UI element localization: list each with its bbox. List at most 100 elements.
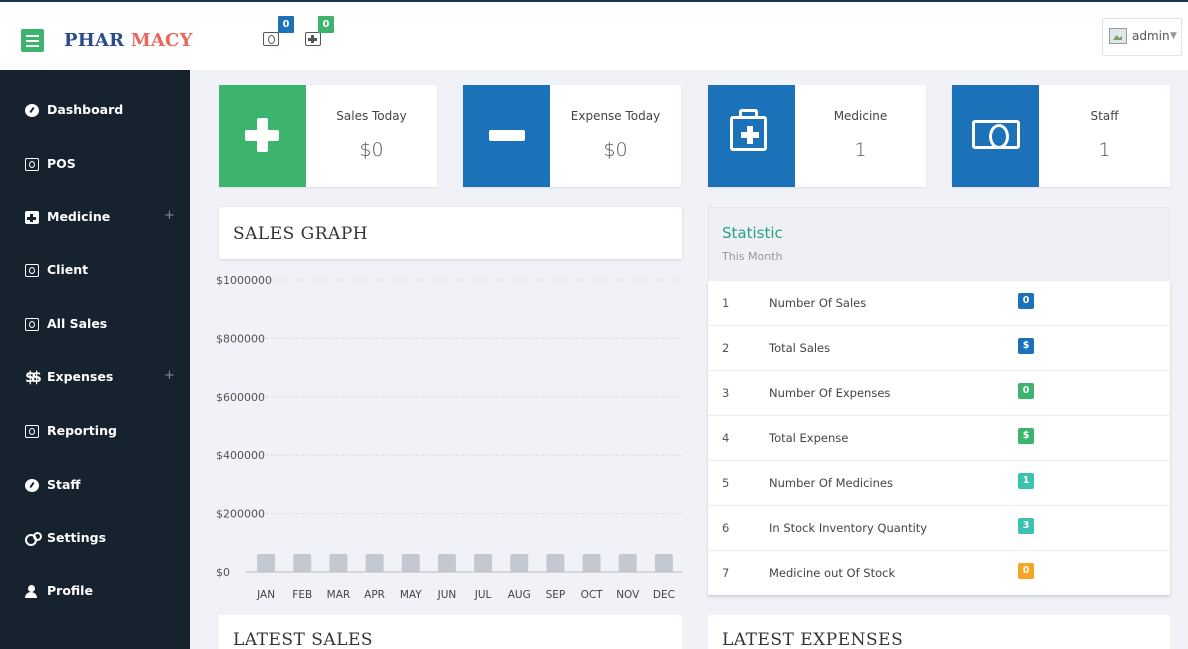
cogs-icon: [25, 532, 42, 546]
sales-today-card[interactable]: Sales Today $0: [219, 85, 437, 187]
chart-y-tick-label: $1000000: [216, 274, 272, 287]
menu-toggle-button[interactable]: [21, 29, 44, 52]
user-menu-button[interactable]: admin ▼: [1102, 18, 1182, 56]
card-value: $0: [603, 139, 628, 161]
sidebar-item-reporting[interactable]: Reporting: [0, 412, 190, 452]
stat-badge[interactable]: $: [1018, 338, 1034, 354]
chart-y-tick-label: $800000: [216, 332, 265, 345]
chart-x-tick-label: JUL: [474, 589, 492, 601]
stat-badge[interactable]: 0: [1018, 383, 1034, 399]
chart-bar: [365, 554, 384, 572]
chart-x-tick-label: JAN: [256, 589, 275, 601]
card-label: Expense Today: [570, 109, 661, 123]
stat-row-in-stock-quantity: 6 In Stock Inventory Quantity 3: [708, 506, 1170, 551]
sidebar-item-settings[interactable]: Settings: [0, 519, 190, 559]
stat-badge[interactable]: 3: [1018, 518, 1034, 534]
statistic-header: Statistic This Month: [708, 207, 1170, 281]
medkit-body: [730, 116, 767, 151]
chart-bar: [293, 554, 312, 572]
stat-index: 2: [722, 341, 730, 355]
chart-bar: [510, 554, 529, 572]
dashboard-icon: [25, 104, 39, 117]
stat-row-number-of-expenses: 3 Number Of Expenses 0: [708, 371, 1170, 416]
chart-x-tick-label: FEB: [292, 589, 312, 601]
chart-x-tick-label: OCT: [581, 589, 604, 601]
statistic-subtitle: This Month: [722, 250, 783, 263]
sidebar-item-label: Reporting: [47, 423, 117, 438]
stat-name: Total Sales: [769, 341, 831, 355]
stat-badge[interactable]: 1: [1018, 473, 1034, 489]
chart-x-tick-label: NOV: [616, 589, 640, 601]
chart-x-tick-label: MAY: [400, 589, 422, 601]
chart-x-tick-label: JUN: [437, 589, 457, 601]
chart-bar: [329, 554, 348, 572]
chart-x-tick-label: SEP: [546, 589, 566, 601]
sidebar-item-profile[interactable]: Profile: [0, 572, 190, 612]
caret-down-icon: ▼: [1170, 31, 1177, 41]
stat-name: Number Of Sales: [769, 296, 867, 310]
chart-bar: [257, 554, 276, 572]
sidebar-item-staff[interactable]: Staff: [0, 466, 190, 506]
statistic-list: 1 Number Of Sales 0 2 Total Sales $ 3 Nu…: [708, 281, 1170, 595]
avatar: [1109, 28, 1127, 44]
medicine-notification-icon[interactable]: [305, 32, 321, 46]
sidebar-item-client[interactable]: Client: [0, 251, 190, 291]
chart-x-tick-label: MAR: [327, 589, 351, 601]
chart-y-tick-label: $400000: [216, 449, 265, 462]
money-icon: [952, 85, 1039, 187]
stat-row-number-of-sales: 1 Number Of Sales 0: [708, 281, 1170, 326]
menu-line: [26, 45, 39, 47]
medicine-card[interactable]: Medicine 1: [708, 85, 926, 187]
sidebar-item-label: Medicine: [47, 209, 111, 224]
stat-name: Medicine out Of Stock: [769, 566, 896, 580]
chart-y-tick-label: $600000: [216, 391, 265, 404]
sidebar-item-label: Client: [47, 262, 89, 277]
latest-expenses-title: LATEST EXPENSES: [722, 630, 904, 649]
brand-part1: PHAR: [64, 30, 125, 51]
expand-icon[interactable]: +: [164, 368, 175, 383]
latest-sales-panel: LATEST SALES: [219, 615, 682, 649]
expand-icon[interactable]: +: [164, 208, 175, 223]
menu-line: [26, 35, 39, 37]
stat-badge[interactable]: 0: [1018, 293, 1034, 309]
sales-notification-icon[interactable]: [263, 32, 279, 46]
stat-badge[interactable]: 0: [1018, 563, 1034, 579]
card-value: 1: [1098, 139, 1111, 161]
stat-index: 5: [722, 476, 730, 490]
stat-name: In Stock Inventory Quantity: [769, 521, 928, 535]
stat-row-number-of-medicines: 5 Number Of Medicines 1: [708, 461, 1170, 506]
stat-name: Total Expense: [769, 431, 849, 445]
expense-today-card[interactable]: Expense Today $0: [463, 85, 681, 187]
sidebar-item-label: Expenses: [47, 369, 114, 384]
chart-bar: [474, 554, 493, 572]
sales-notification-badge: 0: [278, 16, 294, 33]
stat-badge[interactable]: $: [1018, 428, 1034, 444]
medkit-icon: [25, 211, 39, 224]
menu-line: [26, 40, 39, 42]
stat-row-total-expense: 4 Total Expense $: [708, 416, 1170, 461]
sidebar-item-dashboard[interactable]: Dashboard: [0, 91, 190, 131]
card-value: 1: [854, 139, 867, 161]
chart-bar: [546, 554, 565, 572]
medkit-icon: [708, 85, 795, 187]
sidebar-item-medicine[interactable]: Medicine +: [0, 198, 190, 238]
money-icon: [25, 158, 39, 171]
stat-row-out-of-stock: 7 Medicine out Of Stock 0: [708, 551, 1170, 596]
money-bill: [972, 120, 1020, 149]
stat-index: 7: [722, 566, 730, 580]
sidebar-item-expenses[interactable]: $$ Expenses +: [0, 358, 190, 398]
staff-card[interactable]: Staff 1: [952, 85, 1170, 187]
sales-graph-header: SALES GRAPH: [219, 207, 682, 259]
chart-bar: [401, 554, 420, 572]
sidebar-item-all-sales[interactable]: All Sales: [0, 305, 190, 345]
chart-x-tick-label: APR: [364, 589, 385, 601]
card-value: $0: [359, 139, 384, 161]
stat-name: Number Of Expenses: [769, 386, 891, 400]
card-label: Staff: [1090, 109, 1119, 123]
sidebar-item-label: Staff: [47, 477, 81, 492]
latest-sales-title: LATEST SALES: [233, 630, 374, 649]
brand-logo[interactable]: PHAR MACY: [64, 30, 193, 51]
sidebar-item-label: POS: [47, 156, 76, 171]
brand-part2: MACY: [130, 30, 193, 51]
sidebar-item-pos[interactable]: POS: [0, 145, 190, 185]
